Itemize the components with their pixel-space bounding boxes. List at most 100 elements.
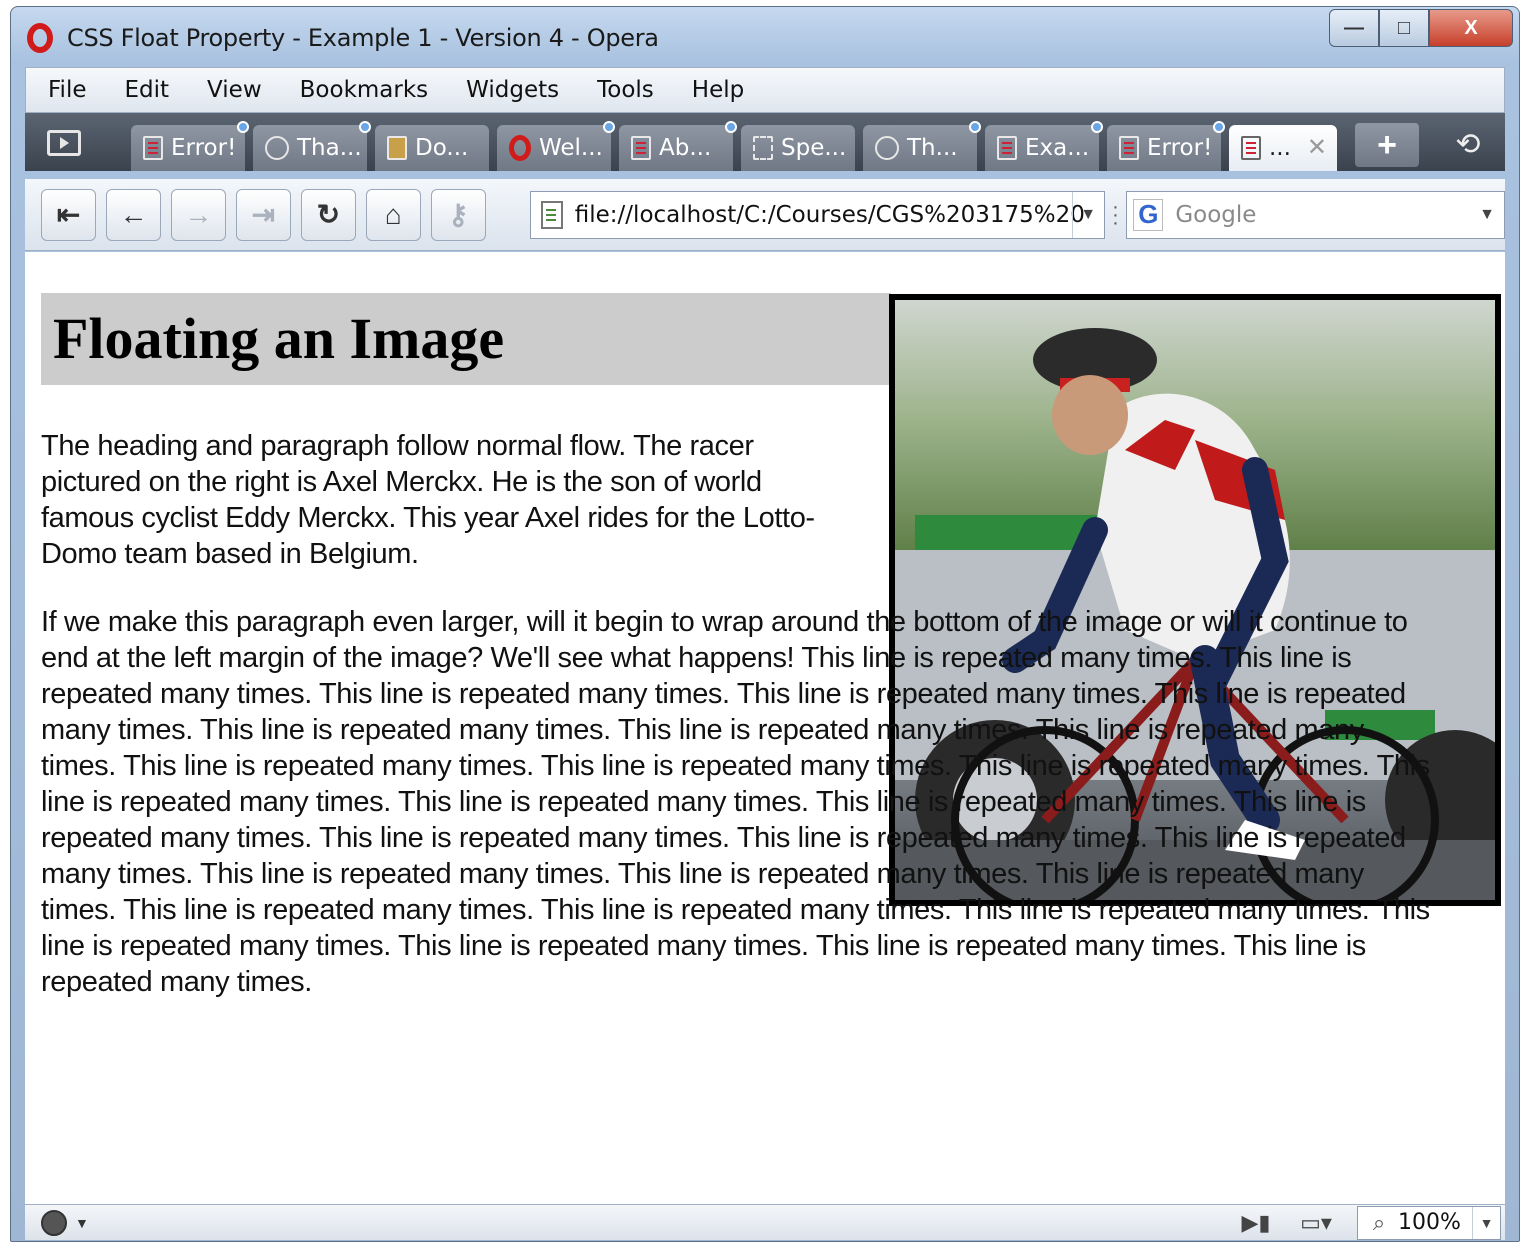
document-icon [143, 136, 163, 160]
unite-icon[interactable]: ▶▮ [1237, 1210, 1275, 1236]
tab-label: ... [1269, 135, 1291, 161]
wand-button[interactable]: ⚷ [430, 188, 486, 241]
tab-indicator-dot [725, 121, 737, 133]
turbo-icon[interactable] [41, 1209, 67, 1236]
address-field[interactable]: file://localhost/C:/Courses/CGS%203175%2… [529, 190, 1105, 239]
rewind-button[interactable]: ⇤ [41, 188, 96, 241]
menu-tools[interactable]: Tools [597, 77, 654, 103]
chat-bubble-icon [265, 136, 289, 160]
tab-thanks[interactable]: Tha... [253, 121, 371, 171]
status-left: ▼ [41, 1209, 89, 1236]
new-tab-button[interactable]: + [1355, 123, 1419, 167]
title-bar: CSS Float Property - Example 1 - Version… [11, 7, 1519, 61]
chat-bubble-icon [875, 136, 899, 160]
window-title: CSS Float Property - Example 1 - Version… [67, 24, 659, 52]
search-field[interactable]: G Google ▼ [1126, 190, 1505, 239]
tab-example[interactable]: Exa... [985, 121, 1103, 171]
paragraph-intro: The heading and paragraph follow normal … [41, 430, 815, 570]
page-heading: Floating an Image [41, 293, 891, 385]
navigation-bar: ⇤ ← → ⇥ ↻ ⌂ ⚷ file://localhost/C:/Course… [25, 179, 1505, 251]
back-button[interactable]: ← [105, 188, 161, 241]
closed-tabs-button[interactable]: ⟲ [1437, 121, 1499, 167]
document-icon [631, 136, 651, 160]
tab-indicator-dot [1091, 121, 1103, 133]
tab-label: Tha... [297, 135, 362, 161]
back-arrow-icon: ← [119, 198, 148, 230]
tab-indicator-dot [1213, 121, 1225, 133]
menu-bookmarks[interactable]: Bookmarks [300, 77, 429, 103]
view-mode-icon[interactable]: ▭▾ [1297, 1210, 1335, 1236]
browser-window: CSS Float Property - Example 1 - Version… [10, 6, 1520, 1242]
tab-label: Error! [171, 135, 237, 161]
zoom-dropdown-icon[interactable]: ▼ [1472, 1206, 1500, 1239]
close-tab-icon[interactable]: ✕ [1307, 133, 1327, 161]
tab-label: Error! [1147, 135, 1213, 161]
fast-forward-icon: ⇥ [251, 199, 276, 230]
forward-button[interactable]: → [170, 188, 226, 241]
google-icon[interactable]: G [1133, 198, 1164, 231]
tab-indicator-dot [237, 121, 249, 133]
tab-active[interactable]: ... ✕ [1229, 125, 1337, 171]
tab-error-2[interactable]: Error! [1107, 121, 1225, 171]
page-content: Floating an Image The heading and paragr… [25, 252, 1505, 1204]
address-text[interactable]: file://localhost/C:/Courses/CGS%203175%2… [575, 202, 1085, 228]
document-icon [1119, 136, 1139, 160]
tab-label: Spe... [781, 135, 847, 161]
tab-error[interactable]: Error! [131, 121, 249, 171]
trash-icon: ⟲ [1455, 127, 1481, 161]
tab-label: Do... [415, 135, 469, 161]
opera-icon [509, 135, 531, 161]
menu-help[interactable]: Help [692, 77, 744, 103]
tab-label: Wel... [539, 135, 603, 161]
menu-view[interactable]: View [207, 77, 262, 103]
menu-file[interactable]: File [48, 77, 87, 103]
panel-toggle-button[interactable] [33, 121, 95, 165]
tab-indicator-dot [603, 121, 615, 133]
minimize-button[interactable]: — [1329, 9, 1379, 47]
address-dropdown-icon[interactable]: ▼ [1071, 191, 1104, 238]
forward-arrow-icon: → [184, 198, 213, 230]
key-icon: ⚷ [448, 199, 469, 230]
fast-forward-button[interactable]: ⇥ [235, 188, 291, 241]
paragraph-wrap: If we make this paragraph even larger, w… [41, 606, 1430, 998]
download-icon [387, 136, 407, 160]
menu-edit[interactable]: Edit [125, 77, 170, 103]
tab-label: Ab... [659, 135, 712, 161]
magnifier-icon: ⌕ [1372, 1209, 1386, 1235]
tab-welcome[interactable]: Wel... [497, 121, 615, 171]
document-icon [1241, 136, 1261, 160]
tab-thread[interactable]: Th... [863, 121, 981, 171]
zoom-control[interactable]: ⌕ 100% ▼ [1357, 1205, 1501, 1240]
menu-widgets[interactable]: Widgets [466, 77, 559, 103]
search-placeholder[interactable]: Google [1175, 202, 1256, 228]
opera-logo-icon[interactable] [27, 23, 53, 53]
plus-icon: + [1377, 125, 1397, 164]
tab-speed-dial[interactable]: Spe... [741, 125, 855, 171]
tab-downloads[interactable]: Do... [375, 125, 489, 171]
rewind-icon: ⇤ [56, 199, 81, 230]
maximize-button[interactable]: □ [1379, 9, 1429, 47]
speed-dial-icon [753, 136, 773, 160]
tab-label: Th... [907, 135, 958, 161]
tab-about[interactable]: Ab... [619, 121, 737, 171]
close-window-button[interactable]: X [1429, 9, 1513, 47]
window-controls: — □ X [1329, 9, 1513, 49]
tab-bar: Error! Tha... Do... Wel... Ab... Spe... [25, 113, 1505, 171]
reload-button[interactable]: ↻ [300, 188, 356, 241]
menu-bar: File Edit View Bookmarks Widgets Tools H… [25, 67, 1505, 113]
panel-toggle-icon [47, 130, 81, 156]
tab-indicator-dot [359, 121, 371, 133]
reload-icon: ↻ [316, 199, 341, 230]
search-dropdown-icon[interactable]: ▼ [1470, 192, 1504, 238]
toolbar-grip[interactable]: · · · [1107, 197, 1125, 233]
status-bar: ▼ ▶▮ ▭▾ ⌕ 100% ▼ [25, 1204, 1505, 1240]
zoom-value: 100% [1398, 1210, 1461, 1235]
turbo-dropdown-icon[interactable]: ▼ [75, 1215, 89, 1231]
status-right: ▶▮ ▭▾ ⌕ 100% ▼ [1237, 1205, 1505, 1240]
tab-label: Exa... [1025, 135, 1090, 161]
home-button[interactable]: ⌂ [365, 188, 421, 241]
page-icon [540, 200, 563, 229]
home-icon: ⌂ [384, 198, 402, 230]
tab-indicator-dot [969, 121, 981, 133]
document-icon [997, 136, 1017, 160]
